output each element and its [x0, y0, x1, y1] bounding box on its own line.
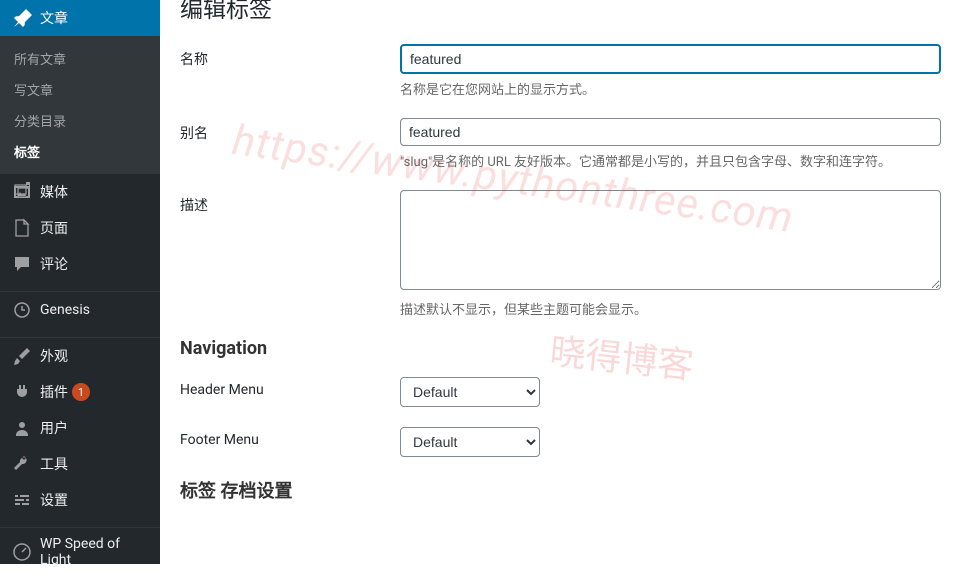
field-footer-menu-row: Footer Menu Default	[180, 427, 941, 457]
field-slug-row: 别名 "slug"是名称的 URL 友好版本。它通常都是小写的，并且只包含字母、…	[180, 118, 941, 170]
header-menu-select[interactable]: Default	[400, 377, 540, 407]
navigation-heading: Navigation	[180, 338, 941, 359]
submenu-categories[interactable]: 分类目录	[0, 105, 160, 136]
field-name-row: 名称 名称是它在您网站上的显示方式。	[180, 44, 941, 98]
sidebar-label: 媒体	[40, 182, 68, 202]
sidebar-item-settings[interactable]: 设置	[0, 482, 160, 518]
archive-heading: 标签 存档设置	[180, 477, 941, 503]
sidebar-label: Genesis	[40, 302, 90, 318]
genesis-icon	[12, 300, 32, 320]
name-label: 名称	[180, 44, 400, 98]
sliders-icon	[12, 490, 32, 510]
sidebar-item-genesis[interactable]: Genesis	[0, 292, 160, 328]
header-menu-label: Header Menu	[180, 377, 400, 407]
slug-help: "slug"是名称的 URL 友好版本。它通常都是小写的，并且只包含字母、数字和…	[400, 151, 941, 170]
description-textarea[interactable]	[400, 190, 941, 290]
sidebar-label: 插件	[40, 382, 68, 402]
sidebar-item-tools[interactable]: 工具	[0, 446, 160, 482]
sidebar-item-media[interactable]: 媒体	[0, 174, 160, 210]
sidebar-item-pages[interactable]: 页面	[0, 210, 160, 246]
sidebar-label: 设置	[40, 490, 68, 510]
wrench-icon	[12, 454, 32, 474]
field-header-menu-row: Header Menu Default	[180, 377, 941, 407]
sidebar-label: 工具	[40, 454, 68, 474]
submenu-new-post[interactable]: 写文章	[0, 74, 160, 105]
sidebar-item-appearance[interactable]: 外观	[0, 338, 160, 374]
submenu-all-posts[interactable]: 所有文章	[0, 43, 160, 74]
sidebar-item-posts[interactable]: 文章	[0, 0, 160, 36]
sidebar-item-users[interactable]: 用户	[0, 410, 160, 446]
sidebar-label: 外观	[40, 346, 68, 366]
slug-label: 别名	[180, 118, 400, 170]
sidebar-item-wpsol[interactable]: WP Speed of Light	[0, 528, 160, 576]
sidebar-label: 评论	[40, 254, 68, 274]
sidebar-item-plugins[interactable]: 插件 1	[0, 374, 160, 410]
sidebar-label: 用户	[40, 418, 68, 438]
pushpin-icon	[12, 8, 32, 28]
page-title: 编辑标签	[180, 0, 941, 24]
brush-icon	[12, 346, 32, 366]
page-icon	[12, 218, 32, 238]
footer-menu-select[interactable]: Default	[400, 427, 540, 457]
sidebar-submenu-posts: 所有文章 写文章 分类目录 标签	[0, 36, 160, 174]
sidebar-label: 页面	[40, 218, 68, 238]
user-icon	[12, 418, 32, 438]
sidebar-label: 文章	[40, 8, 68, 28]
sidebar-label: WP Speed of Light	[40, 536, 152, 568]
description-label: 描述	[180, 190, 400, 318]
plugins-update-badge: 1	[72, 383, 90, 401]
media-icon	[12, 182, 32, 202]
speed-icon	[12, 542, 32, 562]
admin-sidebar: 文章 所有文章 写文章 分类目录 标签 媒体 页面 评论 Genesis 外观 …	[0, 0, 160, 564]
name-help: 名称是它在您网站上的显示方式。	[400, 79, 941, 98]
slug-input[interactable]	[400, 118, 941, 146]
field-description-row: 描述 描述默认不显示，但某些主题可能会显示。	[180, 190, 941, 318]
description-help: 描述默认不显示，但某些主题可能会显示。	[400, 299, 941, 318]
comment-icon	[12, 254, 32, 274]
sidebar-item-comments[interactable]: 评论	[0, 246, 160, 282]
main-content: 编辑标签 名称 名称是它在您网站上的显示方式。 别名 "slug"是名称的 UR…	[160, 0, 961, 564]
plugin-icon	[12, 382, 32, 402]
footer-menu-label: Footer Menu	[180, 427, 400, 457]
submenu-tags[interactable]: 标签	[0, 136, 160, 167]
name-input[interactable]	[400, 44, 941, 74]
